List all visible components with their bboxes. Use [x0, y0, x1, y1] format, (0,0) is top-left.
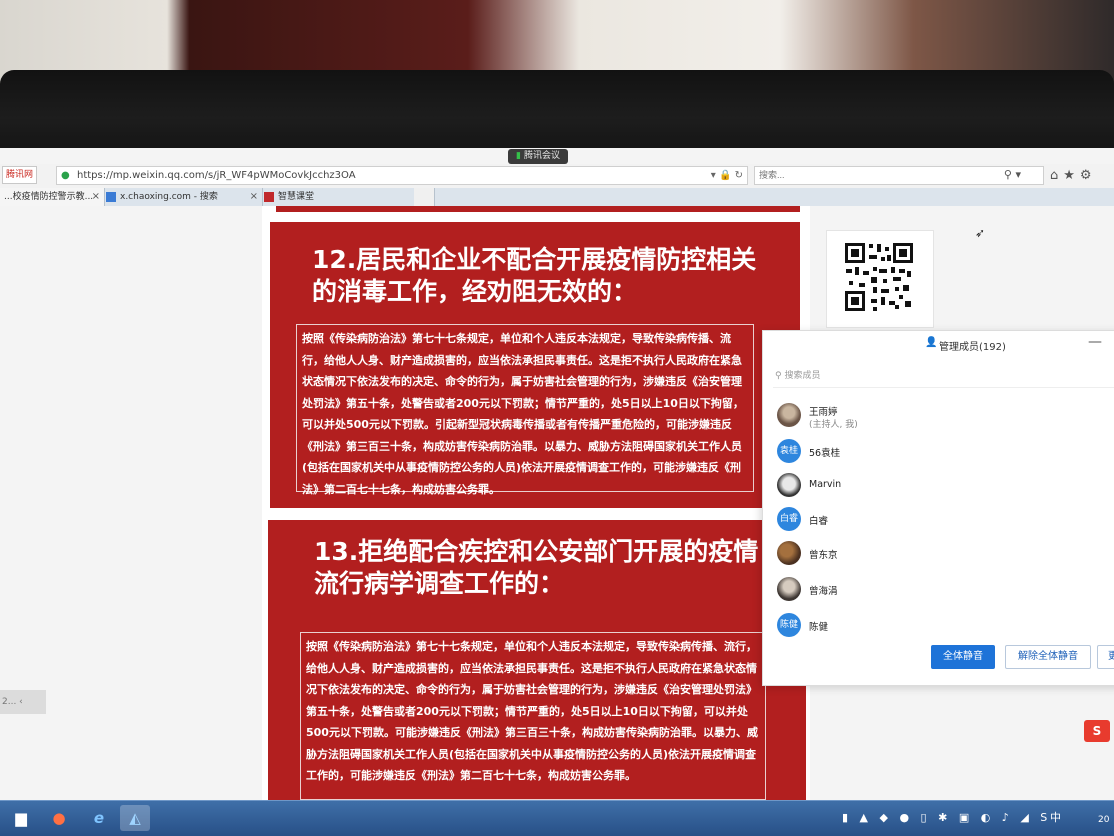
laptop-bezel	[0, 70, 1114, 192]
sogou-ime-icon[interactable]: S	[1084, 720, 1110, 742]
tab-bar: ...校疫情防控警示教... × x.chaoxing.com - 搜索 × 智…	[0, 188, 1114, 206]
tab-label: ...校疫情防控警示教...	[4, 192, 94, 202]
page-content: 2... ‹ 12.居民和企业不配合开展疫情防控相关的消毒工作，经劝阻无效的： …	[0, 206, 1114, 800]
tab-label: 智慧课堂	[278, 192, 315, 202]
file-explorer-icon[interactable]: ▆	[6, 805, 36, 831]
minimize-button[interactable]: —	[1088, 334, 1102, 350]
member-panel: 👤 管理成员(192) — ⚲ 搜索成员 王雨婷 (主持人, 我) 袁桂 56袁…	[762, 330, 1114, 686]
card-body: 按照《传染病防治法》第七十七条规定，单位和个人违反本法规定，导致传染病传播、流行…	[296, 324, 754, 496]
qr-code-icon	[843, 241, 915, 313]
card-body: 按照《传染病防治法》第七十七条规定，单位和个人违反本法规定，导致传染病传播、流行…	[300, 632, 766, 800]
member-name: 陈健	[809, 622, 829, 633]
article: 12.居民和企业不配合开展疫情防控相关的消毒工作，经劝阻无效的： 按照《传染病防…	[262, 206, 810, 800]
unmute-all-button[interactable]: 解除全体静音	[1005, 645, 1091, 669]
internet-explorer-icon[interactable]: e	[84, 805, 114, 831]
qr-code	[826, 230, 934, 328]
mute-all-button[interactable]: 全体静音	[931, 645, 995, 669]
meeting-label: 腾讯会议	[523, 151, 560, 161]
close-icon[interactable]: ×	[92, 188, 100, 206]
tencent-meeting-icon[interactable]: ◭	[120, 805, 150, 831]
avatar	[777, 403, 801, 427]
member-row[interactable]: 王雨婷 (主持人, 我)	[775, 403, 1105, 433]
avatar: 白睿	[777, 507, 801, 531]
tab-label: x.chaoxing.com - 搜索	[120, 192, 218, 202]
search-input[interactable]	[759, 167, 999, 184]
member-name: 曾东京	[809, 550, 838, 561]
member-name: Marvin	[809, 479, 842, 490]
mouse-cursor-icon: ➶	[975, 226, 986, 240]
search-icon: ⚲	[775, 371, 782, 381]
taskbar: ▆ ● e ◭ ▮ ▲ ◆ ● ▯ ✱ ▣ ◐ ♪ ◢ S 中 20	[0, 800, 1114, 836]
signal-icon: ▮	[516, 151, 521, 161]
member-role: (主持人, 我)	[809, 420, 858, 430]
member-name: 王雨婷	[809, 407, 838, 418]
card-13: 13.拒绝配合疾控和公安部门开展的疫情流行病学调查工作的： 按照《传染病防治法》…	[268, 520, 806, 800]
member-row[interactable]: 曾海涓	[775, 577, 1105, 607]
ime-indicator[interactable]: 中	[1050, 809, 1061, 825]
member-row[interactable]: 袁桂 56袁桂	[775, 439, 1105, 469]
card-title: 12.居民和企业不配合开展疫情防控相关的消毒工作，经劝阻无效的：	[312, 245, 757, 306]
classroom-icon	[264, 191, 274, 202]
user-icon: 👤	[925, 337, 938, 348]
laptop-screen: ▮ 腾讯会议 腾讯网 ● https://mp.weixin.qq.com/s/j…	[0, 148, 1114, 836]
home-star-gear-icon[interactable]: ⌂★⚙	[1050, 168, 1097, 183]
member-row[interactable]: 白睿 白睿	[775, 507, 1105, 537]
member-search-input[interactable]: ⚲ 搜索成员	[775, 367, 1114, 385]
avatar	[777, 473, 801, 497]
panel-title: 管理成员(192)	[939, 342, 1006, 353]
system-tray-icons[interactable]: ▮ ▲ ◆ ● ▯ ✱ ▣ ◐ ♪ ◢ S	[842, 811, 1051, 824]
card-title: 13.拒绝配合疾控和公安部门开展的疫情流行病学调查工作的：	[314, 537, 759, 598]
clock[interactable]: 20	[1098, 815, 1109, 825]
bing-icon	[106, 191, 116, 202]
member-name: 白睿	[809, 516, 829, 527]
avatar: 陈健	[777, 613, 801, 637]
address-bar: 腾讯网 ● https://mp.weixin.qq.com/s/jR_WF4p…	[0, 164, 1114, 189]
tab-article[interactable]: ...校疫情防控警示教... ×	[0, 188, 105, 206]
tab-smart-classroom[interactable]: 智慧课堂	[260, 188, 415, 206]
card-12: 12.居民和企业不配合开展疫情防控相关的消毒工作，经劝阻无效的： 按照《传染病防…	[270, 222, 800, 508]
side-control-label: 2...	[2, 697, 17, 707]
site-tag[interactable]: 腾讯网	[2, 166, 38, 184]
member-row[interactable]: Marvin	[775, 473, 1105, 503]
panel-header: 👤 管理成员(192) —	[763, 331, 1114, 359]
divider	[773, 387, 1114, 388]
member-row[interactable]: 陈健 陈健	[775, 613, 1105, 643]
search-box[interactable]: ⚲ ▾	[754, 166, 1044, 185]
member-row[interactable]: 曾东京	[775, 541, 1105, 571]
side-collapse-control[interactable]: 2... ‹	[0, 690, 46, 714]
url-text: https://mp.weixin.qq.com/s/jR_WF4pWMoCov…	[77, 170, 356, 181]
more-button[interactable]: 更多	[1097, 645, 1114, 669]
powerpoint-icon[interactable]: ●	[44, 805, 74, 831]
page-favicon-icon: ●	[61, 170, 70, 181]
previous-card-edge	[276, 206, 800, 212]
member-name: 56袁桂	[809, 448, 841, 459]
avatar	[777, 577, 801, 601]
search-icon[interactable]: ⚲ ▾	[1004, 168, 1021, 181]
avatar: 袁桂	[777, 439, 801, 463]
member-search-placeholder: 搜索成员	[784, 371, 821, 381]
url-field[interactable]: ● https://mp.weixin.qq.com/s/jR_WF4pWMoC…	[56, 166, 748, 185]
lock-refresh-icon[interactable]: ▾ 🔒 ↻	[711, 167, 743, 184]
close-icon[interactable]: ×	[250, 188, 258, 206]
new-tab-button[interactable]	[414, 188, 435, 206]
member-name: 曾海涓	[809, 586, 838, 597]
meeting-indicator[interactable]: ▮ 腾讯会议	[508, 149, 568, 164]
avatar	[777, 541, 801, 565]
tab-search[interactable]: x.chaoxing.com - 搜索 ×	[102, 188, 263, 206]
